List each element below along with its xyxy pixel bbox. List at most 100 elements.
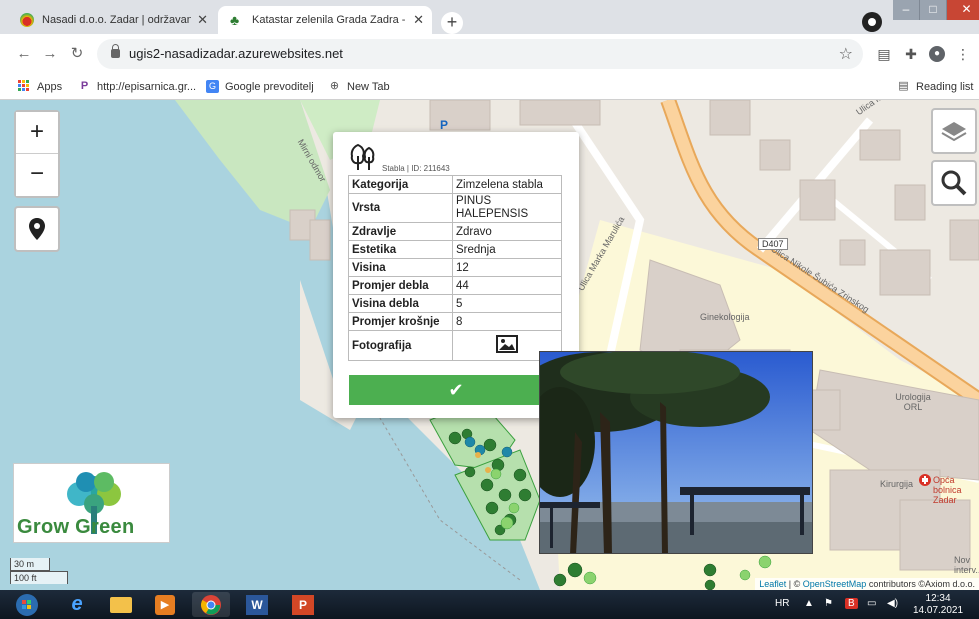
clock-time: 12:34 [925, 593, 951, 604]
bookmark-translate[interactable]: G Google prevoditelj [206, 80, 314, 93]
table-row: Estetika Srednja [348, 240, 562, 259]
attr-value: 44 [452, 276, 562, 295]
leaflet-link[interactable]: Leaflet [759, 579, 786, 589]
scale-feet: 100 ft [10, 571, 68, 584]
tree-id: Stabla | ID: 211643 [382, 164, 450, 173]
map-attribution: Leaflet | © OpenStreetMap contributors ©… [755, 578, 979, 590]
bookmark-label: Google prevoditelj [225, 80, 314, 93]
scale-bar: 30 m 100 ft [10, 558, 68, 584]
location-pin-icon [29, 218, 45, 240]
explorer-app[interactable] [102, 592, 140, 617]
language-indicator[interactable]: HR [775, 598, 789, 609]
network-icon[interactable]: ▭ [867, 598, 876, 609]
nasadi-favicon-icon [20, 13, 34, 27]
folder-icon [110, 596, 132, 613]
table-row: Zdravlje Zdravo [348, 222, 562, 241]
address-bar[interactable]: ugis2-nasadizadar.azurewebsites.net ☆ [97, 39, 863, 69]
windows-start-icon [16, 593, 38, 616]
zoom-in-button[interactable]: + [16, 112, 58, 154]
poi-label: Urologija ORL [895, 392, 931, 412]
forward-icon[interactable]: → [40, 44, 60, 64]
tree-attributes-table: Kategorija Zimzelena stabla Vrsta PINUS HA… [348, 175, 562, 361]
attr-key: Estetika [348, 240, 453, 259]
reload-icon[interactable]: ↻ [67, 44, 87, 64]
attr-key: Fotografija [348, 330, 453, 361]
profile-avatar-icon[interactable]: ● [929, 46, 945, 62]
maximize-icon[interactable]: □ [920, 0, 947, 20]
reading-list-icon: ▤ [898, 80, 909, 92]
volume-icon[interactable]: ◀) [887, 598, 898, 609]
tree-favicon-icon: ♣ [230, 12, 240, 28]
image-icon[interactable] [496, 335, 518, 353]
attr-value: 5 [452, 294, 562, 313]
attr-key: Kategorija [348, 175, 453, 194]
attr-key: Zdravlje [348, 222, 453, 241]
b-app-icon[interactable]: B [845, 598, 858, 609]
powerpoint-app[interactable]: P [284, 592, 322, 617]
tab-title: Nasadi d.o.o. Zadar | održavanje [42, 14, 192, 26]
media-player-icon: ▶ [155, 594, 175, 615]
bookmark-newtab[interactable]: ⊕ New Tab [328, 80, 390, 93]
road-badge: D407 [758, 238, 788, 250]
attr-key: Visina debla [348, 294, 453, 313]
windows-taskbar: e ▶ W P HR ▲ ⚑ B ▭ ◀) 12:34 14.07.2021 [0, 590, 979, 619]
flag-icon[interactable]: ⚑ [824, 598, 833, 609]
trees-icon [350, 143, 375, 170]
word-app[interactable]: W [238, 592, 276, 617]
back-icon[interactable]: ← [14, 44, 34, 64]
attribution-text: contributors ©Axiom d.o.o. [868, 579, 975, 589]
parking-icon: P [440, 118, 449, 132]
profile-icon[interactable] [862, 12, 882, 32]
bookmark-apps[interactable]: Apps [18, 80, 62, 93]
ie-app[interactable]: e [58, 592, 96, 617]
bookmark-star-icon[interactable]: ☆ [839, 44, 853, 64]
tab-nasadi[interactable]: Nasadi d.o.o. Zadar | održavanje ✕ [8, 6, 216, 34]
start-button[interactable] [8, 592, 46, 617]
bookmarks-bar: Apps P http://episarnica.gr... G Google … [0, 74, 979, 100]
search-button[interactable] [931, 160, 977, 206]
media-app[interactable]: ▶ [146, 592, 184, 617]
reading-list[interactable]: ▤ Reading list [897, 80, 973, 93]
bookmark-label: New Tab [347, 80, 390, 93]
attr-value: Zimzelena stabla [452, 175, 562, 194]
attr-value: PINUS HALEPENSIS [452, 193, 562, 223]
tab-katastar[interactable]: ♣ Katastar zelenila Grada Zadra - G ✕ [218, 6, 432, 34]
zoom-control: + − [14, 110, 60, 198]
tray-arrow-icon[interactable]: ▲ [804, 598, 814, 609]
table-row: Vrsta PINUS HALEPENSIS [348, 193, 562, 223]
search-icon [941, 170, 967, 196]
bookmark-episarnica[interactable]: P http://episarnica.gr... [78, 80, 196, 93]
table-row: Kategorija Zimzelena stabla [348, 175, 562, 194]
osm-link[interactable]: OpenStreetMap [803, 579, 867, 589]
clock-date: 14.07.2021 [913, 605, 964, 616]
poi-label: Opća bolnica Zadar [933, 475, 962, 505]
globe-icon: ⊕ [329, 80, 340, 92]
locate-button[interactable] [14, 206, 60, 252]
bookmark-label: http://episarnica.gr... [97, 80, 197, 93]
tree-photo[interactable] [539, 351, 813, 554]
table-row: Visina debla 5 [348, 294, 562, 313]
attr-value: 8 [452, 312, 562, 331]
puzzle-icon[interactable]: ✚ [903, 46, 919, 62]
layers-button[interactable] [931, 108, 977, 154]
ie-icon: e [71, 593, 83, 615]
close-tab-icon[interactable]: ✕ [413, 12, 424, 28]
map-view[interactable]: Ulica kralja S... Ulica Nikole Šubića Zr… [0, 100, 979, 590]
menu-icon[interactable]: ⋮ [955, 46, 971, 62]
chrome-app[interactable] [192, 592, 230, 617]
apps-grid-icon [18, 80, 31, 93]
tab-title: Katastar zelenila Grada Zadra - G [252, 14, 408, 26]
close-tab-icon[interactable]: ✕ [197, 12, 208, 28]
attr-value: Srednja [452, 240, 562, 259]
confirm-button[interactable]: ✔ [349, 375, 563, 405]
close-window-icon[interactable]: ✕ [947, 0, 979, 20]
lock-icon[interactable] [111, 44, 120, 58]
clock[interactable]: 12:34 14.07.2021 [913, 593, 963, 617]
new-tab-button[interactable]: + [441, 12, 463, 34]
poi-label: Kirurgija [880, 479, 914, 489]
zoom-out-button[interactable]: − [16, 154, 58, 196]
table-row: Promjer krošnje 8 [348, 312, 562, 331]
extension-icon[interactable]: ▤ [876, 46, 892, 62]
minimize-icon[interactable]: – [893, 0, 920, 20]
poi-label: Nov interv... [954, 555, 979, 575]
